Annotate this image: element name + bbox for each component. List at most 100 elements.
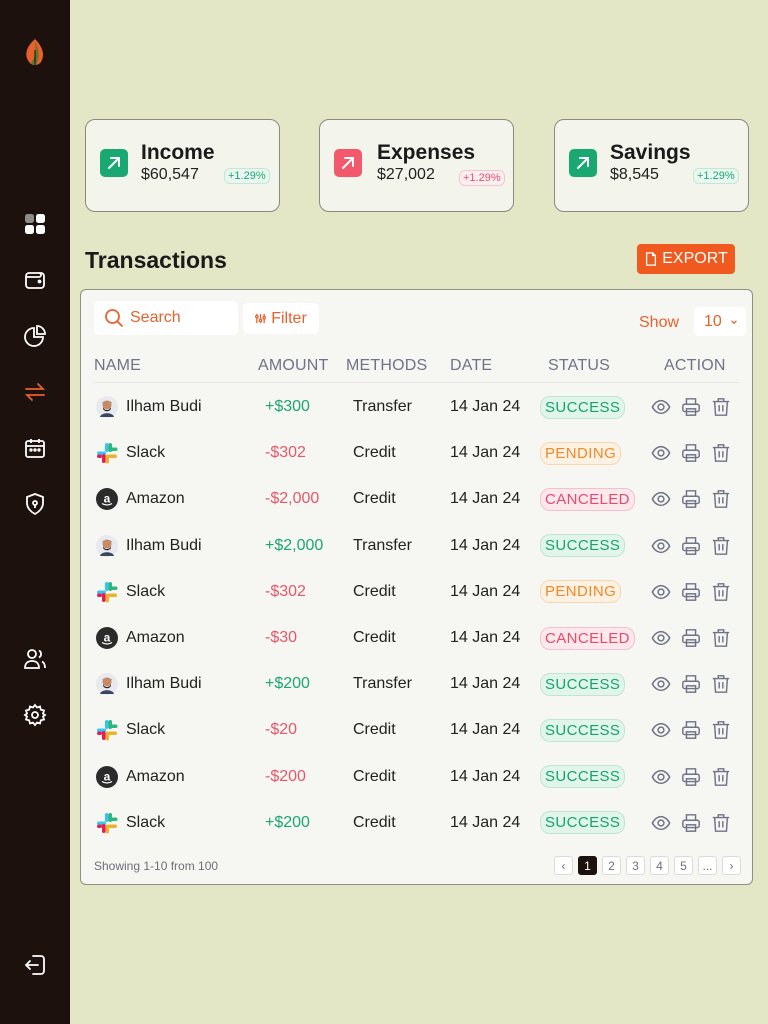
table-row[interactable]: Slack -$302 Credit 14 Jan 24 PENDING: [81, 569, 752, 615]
column-header-methods[interactable]: METHODS: [346, 357, 427, 375]
file-icon: [646, 252, 657, 266]
leaf-logo[interactable]: [22, 38, 48, 68]
table-row[interactable]: Ilham Budi +$2,000 Transfer 14 Jan 24 SU…: [81, 523, 752, 569]
trash-icon[interactable]: [711, 720, 731, 740]
status-badge: SUCCESS: [540, 534, 626, 558]
trash-icon[interactable]: [711, 628, 731, 648]
status-cell: SUCCESS: [540, 523, 626, 569]
search-box[interactable]: [94, 301, 238, 335]
transaction-method: Transfer: [353, 536, 412, 554]
table-row[interactable]: a Amazon -$2,000 Credit 14 Jan 24 CANCEL…: [81, 476, 752, 522]
transaction-amount: -$20: [265, 721, 298, 739]
prev-page-button[interactable]: ‹: [554, 856, 573, 875]
table-row[interactable]: Ilham Budi +$300 Transfer 14 Jan 24 SUCC…: [81, 384, 752, 430]
trash-icon[interactable]: [711, 674, 731, 694]
amazon-logo: a: [96, 488, 118, 511]
table-row[interactable]: a Amazon -$200 Credit 14 Jan 24 SUCCESS: [81, 754, 752, 800]
next-page-button[interactable]: ›: [722, 856, 741, 875]
search-input[interactable]: [130, 309, 230, 327]
transaction-date: 14 Jan 24: [450, 629, 521, 646]
person-avatar: [96, 534, 118, 557]
eye-icon[interactable]: [651, 489, 671, 509]
table-row[interactable]: Slack -$20 Credit 14 Jan 24 SUCCESS: [81, 707, 752, 753]
trash-icon[interactable]: [711, 397, 731, 417]
print-icon[interactable]: [681, 536, 701, 556]
column-header-name[interactable]: NAME: [94, 357, 141, 375]
transaction-name: Amazon: [126, 767, 185, 785]
page-button[interactable]: 3: [626, 856, 645, 875]
trash-icon[interactable]: [711, 489, 731, 509]
print-icon[interactable]: [681, 489, 701, 509]
column-header-amount[interactable]: AMOUNT: [258, 357, 329, 375]
transaction-amount: +$300: [265, 398, 310, 415]
trash-icon[interactable]: [711, 443, 731, 463]
grid-icon[interactable]: [23, 212, 47, 236]
status-badge: PENDING: [540, 441, 622, 465]
transaction-name: Ilham Budi: [126, 536, 202, 554]
print-icon[interactable]: [681, 628, 701, 648]
table-row[interactable]: Slack -$302 Credit 14 Jan 24 PENDING: [81, 430, 752, 476]
print-icon[interactable]: [681, 767, 701, 787]
svg-text:a: a: [104, 492, 111, 506]
logout-icon[interactable]: [23, 953, 47, 977]
trash-icon[interactable]: [711, 813, 731, 833]
print-icon[interactable]: [681, 397, 701, 417]
rows-per-page-select[interactable]: 10: [694, 307, 746, 336]
column-header-status[interactable]: STATUS: [548, 357, 610, 375]
print-icon[interactable]: [681, 443, 701, 463]
slack-logo: [96, 812, 118, 834]
name-cell: a Amazon: [96, 754, 185, 800]
transaction-method: Transfer: [353, 675, 412, 693]
sidebar: [0, 0, 70, 1024]
filter-button[interactable]: Filter: [243, 303, 319, 334]
eye-icon[interactable]: [651, 628, 671, 648]
action-cell: [651, 476, 731, 522]
eye-icon[interactable]: [651, 720, 671, 740]
status-cell: CANCELED: [540, 615, 635, 661]
table-row[interactable]: a Amazon -$30 Credit 14 Jan 24 CANCELED: [81, 615, 752, 661]
transfer-icon[interactable]: [23, 380, 47, 404]
gear-icon[interactable]: [23, 703, 47, 727]
arrow-up-right-icon: [569, 149, 597, 177]
transaction-name: Amazon: [126, 490, 185, 508]
print-icon[interactable]: [681, 813, 701, 833]
eye-icon[interactable]: [651, 582, 671, 602]
eye-icon[interactable]: [651, 767, 671, 787]
page-button[interactable]: 1: [578, 856, 597, 875]
eye-icon[interactable]: [651, 674, 671, 694]
trash-icon[interactable]: [711, 582, 731, 602]
shield-icon[interactable]: [23, 492, 47, 516]
chevron-down-icon: [730, 319, 737, 324]
users-icon[interactable]: [23, 647, 47, 671]
calendar-icon[interactable]: [23, 436, 47, 460]
print-icon[interactable]: [681, 582, 701, 602]
eye-icon[interactable]: [651, 536, 671, 556]
table-row[interactable]: Slack +$200 Credit 14 Jan 24 SUCCESS: [81, 800, 752, 846]
pie-chart-icon[interactable]: [23, 324, 47, 348]
transaction-name: Slack: [126, 582, 166, 600]
trash-icon[interactable]: [711, 767, 731, 787]
eye-icon[interactable]: [651, 397, 671, 417]
print-icon[interactable]: [681, 720, 701, 740]
transaction-date: 14 Jan 24: [450, 398, 521, 415]
export-button[interactable]: EXPORT: [637, 244, 735, 274]
table-row[interactable]: Ilham Budi +$200 Transfer 14 Jan 24 SUCC…: [81, 661, 752, 707]
eye-icon[interactable]: [651, 813, 671, 833]
column-header-date[interactable]: DATE: [450, 357, 492, 375]
trash-icon[interactable]: [711, 536, 731, 556]
print-icon[interactable]: [681, 674, 701, 694]
transaction-method: Credit: [353, 629, 396, 646]
svg-text:a: a: [104, 631, 111, 645]
card-title: Expenses: [377, 141, 476, 164]
page-button[interactable]: 5: [674, 856, 693, 875]
page-button[interactable]: 2: [602, 856, 621, 875]
page-button[interactable]: 4: [650, 856, 669, 875]
svg-text:a: a: [104, 769, 111, 783]
page-button[interactable]: ...: [698, 856, 717, 875]
transaction-date: 14 Jan 24: [450, 721, 521, 739]
wallet-icon[interactable]: [23, 268, 47, 292]
eye-icon[interactable]: [651, 443, 671, 463]
status-badge: SUCCESS: [540, 672, 626, 696]
status-cell: SUCCESS: [540, 661, 626, 707]
status-cell: CANCELED: [540, 476, 635, 522]
